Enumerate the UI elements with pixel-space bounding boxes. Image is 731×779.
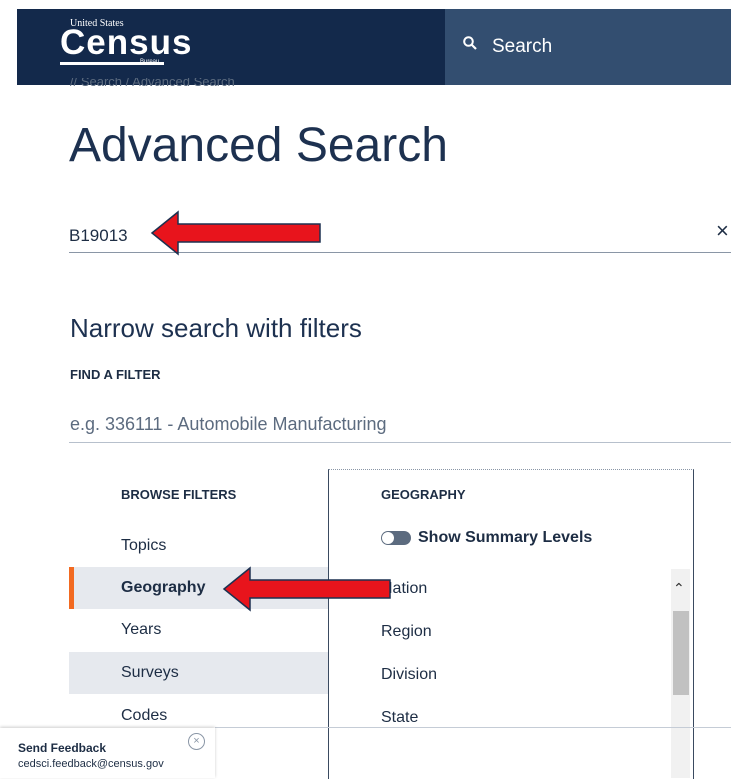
browse-item-topics[interactable]: Topics: [69, 525, 328, 567]
browse-item-label: Geography: [121, 579, 206, 596]
browse-filters-heading: BROWSE FILTERS: [121, 487, 237, 502]
geo-item-state[interactable]: State: [381, 709, 418, 727]
search-input[interactable]: B19013: [69, 226, 128, 246]
geo-item-division[interactable]: Division: [381, 666, 437, 684]
scrollbar-thumb[interactable]: [673, 611, 689, 695]
search-icon[interactable]: [463, 36, 477, 50]
active-indicator: [69, 567, 74, 609]
scroll-up-icon[interactable]: ⌃: [673, 580, 685, 597]
filters-title: Narrow search with filters: [70, 313, 362, 343]
find-filter-label: FIND A FILTER: [70, 367, 161, 382]
close-icon[interactable]: ×: [188, 733, 205, 750]
browse-item-label: Years: [121, 621, 162, 638]
annotation-arrow-search: [150, 210, 321, 256]
browse-item-surveys[interactable]: Surveys: [69, 652, 328, 694]
panel-bottom-border: [215, 727, 731, 728]
page-title: Advanced Search: [69, 119, 448, 172]
summary-levels-label[interactable]: Show Summary Levels: [418, 529, 592, 547]
annotation-arrow-geography: [222, 566, 391, 612]
geo-item-region[interactable]: Region: [381, 623, 432, 641]
header-search-button[interactable]: [445, 9, 731, 85]
feedback-title[interactable]: Send Feedback: [18, 741, 106, 755]
toggle-knob: [382, 532, 394, 544]
logo-census: Census: [60, 23, 193, 62]
breadcrumb[interactable]: // Search / Advanced Search: [70, 78, 235, 90]
find-filter-underline: [69, 442, 731, 443]
browse-item-label: Topics: [121, 537, 167, 554]
browse-item-years[interactable]: Years: [69, 609, 328, 651]
geography-heading: GEOGRAPHY: [381, 487, 466, 502]
find-filter-input[interactable]: e.g. 336111 - Automobile Manufacturing: [70, 414, 387, 435]
feedback-email[interactable]: cedsci.feedback@census.gov: [18, 758, 164, 770]
header-search-label[interactable]: Search: [492, 36, 552, 58]
logo-bureau: Bureau: [140, 59, 160, 65]
browse-item-label: Surveys: [121, 664, 179, 681]
clear-search-icon[interactable]: ×: [716, 218, 729, 244]
